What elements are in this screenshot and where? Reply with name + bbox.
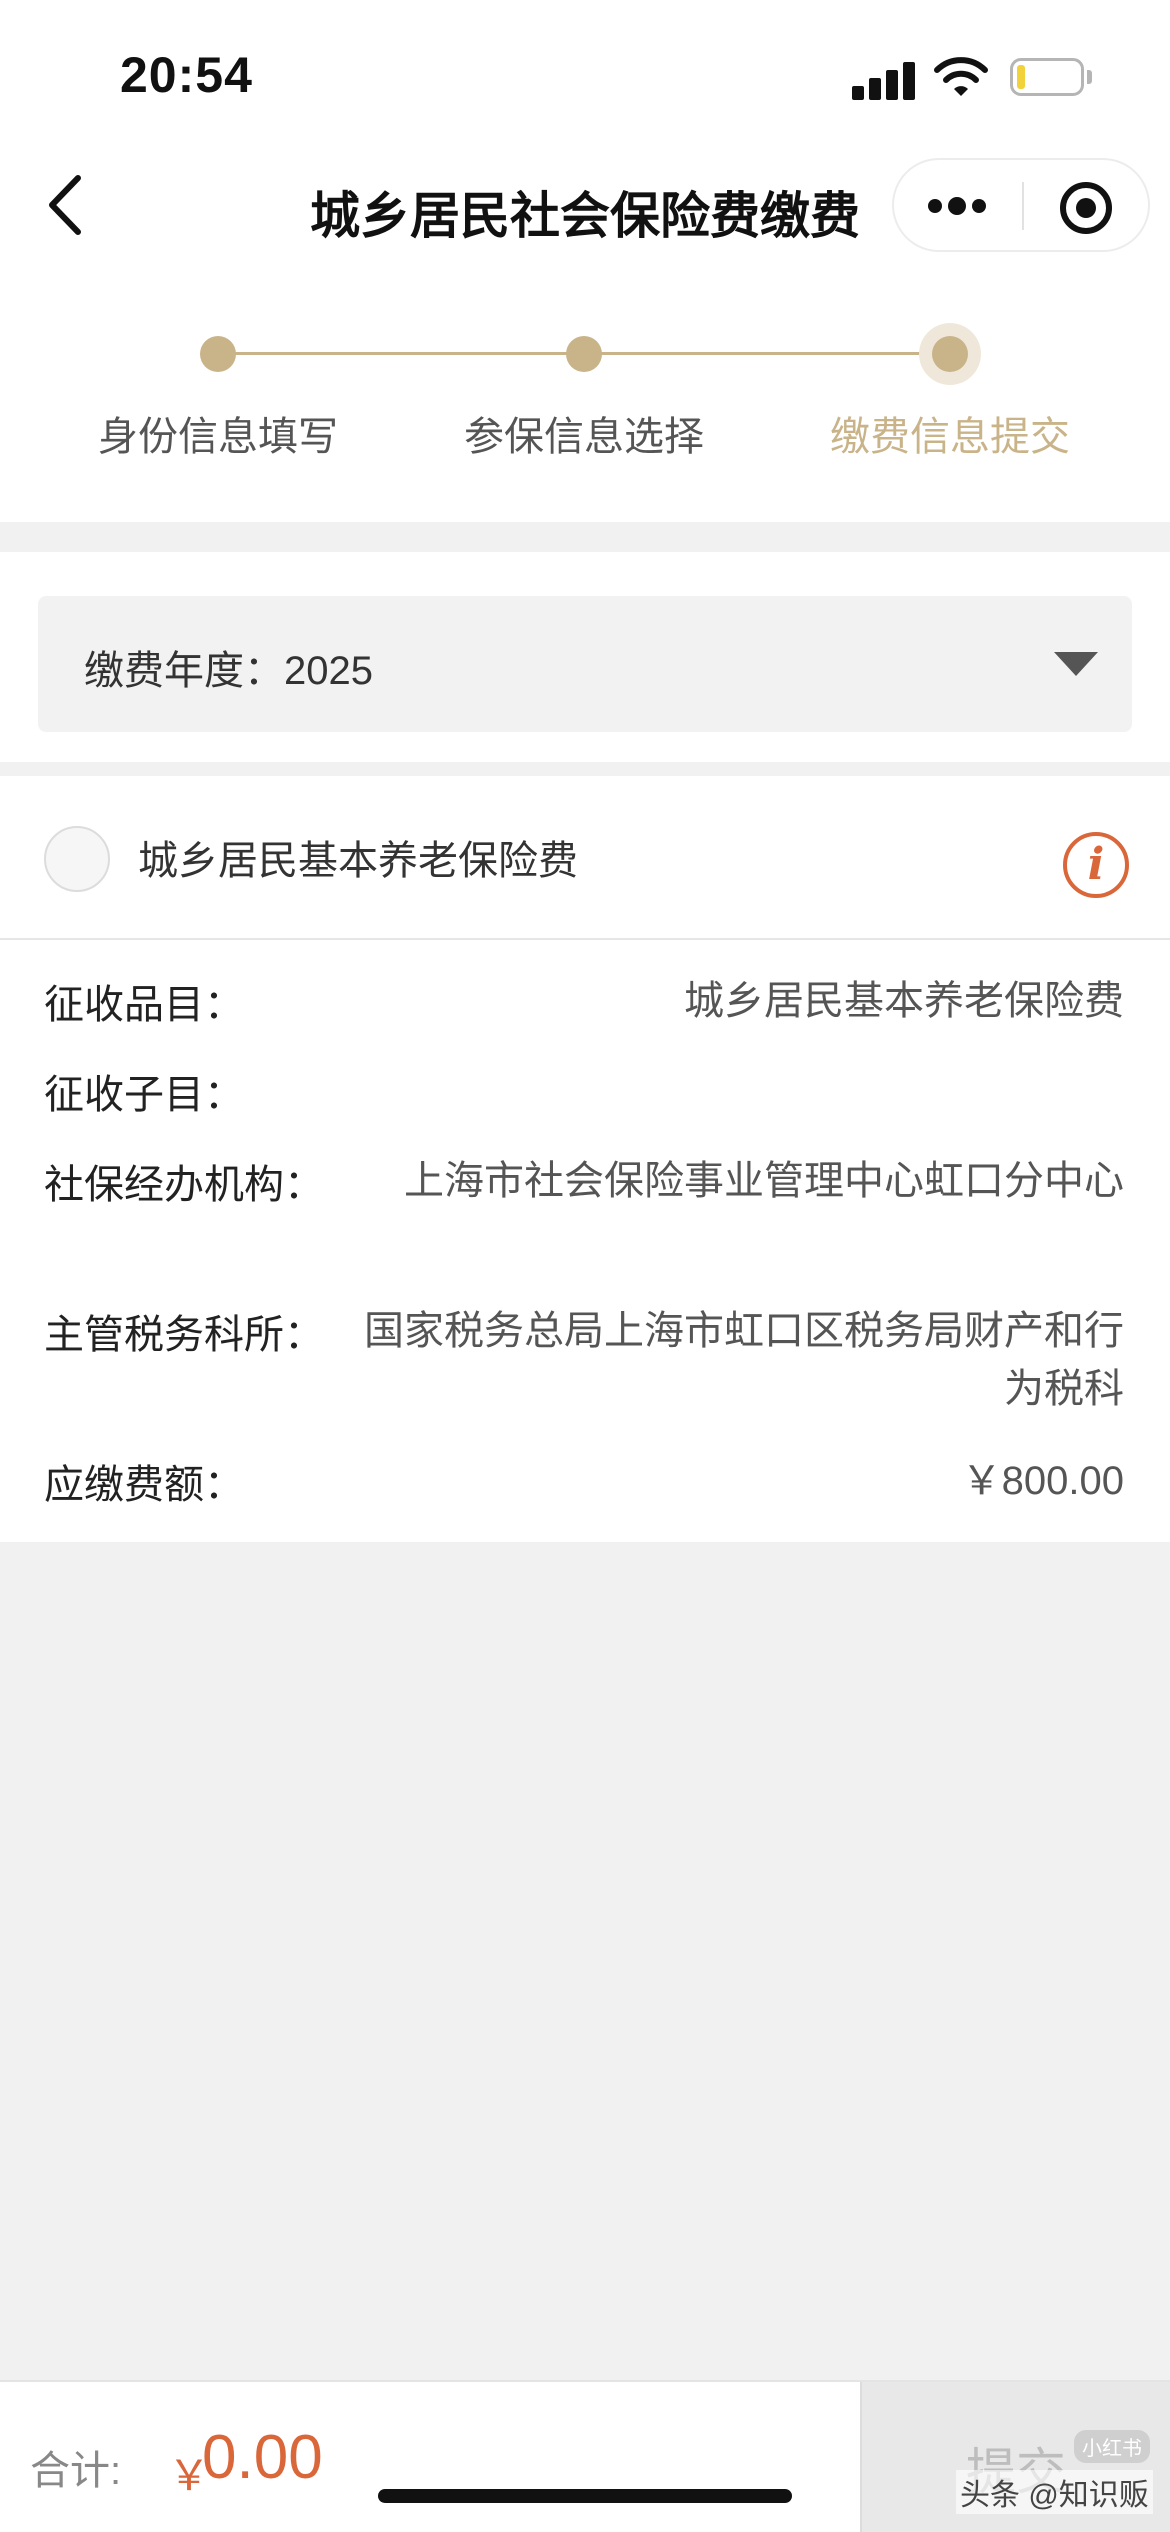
amount-due-value: ￥800.00 bbox=[961, 1459, 1124, 1503]
status-time: 20:54 bbox=[120, 47, 253, 103]
payment-item-header: 城乡居民基本养老保险费 i bbox=[0, 776, 1170, 940]
total-label: 合计: bbox=[30, 2449, 122, 2493]
detail-label: 主管税务科所： bbox=[44, 1313, 324, 1357]
dropdown-arrow-icon bbox=[1054, 652, 1098, 676]
year-select[interactable]: 缴费年度：2025 bbox=[38, 596, 1132, 732]
detail-value: 国家税务总局上海市虹口区税务局财产和行为税科 bbox=[364, 1309, 1124, 1411]
detail-label: 征收子目： bbox=[44, 1073, 244, 1117]
wifi-icon bbox=[934, 57, 988, 96]
year-select-label: 缴费年度： bbox=[84, 649, 284, 693]
more-icon[interactable] bbox=[924, 186, 994, 226]
detail-label: 社保经办机构： bbox=[44, 1163, 324, 1207]
close-mini-program-icon[interactable] bbox=[1060, 182, 1112, 234]
step-connector bbox=[584, 352, 950, 355]
home-indicator[interactable] bbox=[378, 2489, 792, 2503]
year-section: 缴费年度：2025 bbox=[0, 552, 1170, 762]
item-select-radio[interactable] bbox=[44, 826, 110, 892]
payment-item-title: 城乡居民基本养老保险费 bbox=[138, 839, 578, 883]
detail-value: 城乡居民基本养老保险费 bbox=[684, 979, 1124, 1023]
capsule-divider bbox=[1022, 182, 1024, 230]
info-icon[interactable]: i bbox=[1063, 832, 1129, 898]
year-select-text: 缴费年度：2025 bbox=[84, 638, 373, 696]
battery-icon bbox=[1010, 58, 1084, 96]
watermark-text: 头条 @知识贩 bbox=[956, 2470, 1153, 2514]
page-title: 城乡居民社会保险费缴费 bbox=[310, 188, 860, 244]
mini-program-capsule bbox=[892, 158, 1150, 252]
year-select-value: 2025 bbox=[284, 649, 373, 693]
total-value: 0.00 bbox=[202, 2423, 323, 2492]
battery-tip bbox=[1087, 70, 1092, 84]
step-dot bbox=[566, 336, 602, 372]
detail-label: 征收品目： bbox=[44, 983, 244, 1027]
step-dot-active bbox=[932, 336, 968, 372]
watermark-badge: 小红书 bbox=[1074, 2430, 1150, 2463]
step-label-insurance: 参保信息选择 bbox=[464, 415, 704, 459]
signal-icon bbox=[852, 58, 916, 100]
step-dot bbox=[200, 336, 236, 372]
step-label-identity: 身份信息填写 bbox=[98, 415, 338, 459]
detail-value: 上海市社会保险事业管理中心虹口分中心 bbox=[404, 1159, 1124, 1203]
payment-item-card: 城乡居民基本养老保险费 i 征收品目： 城乡居民基本养老保险费 征收子目： 社保… bbox=[0, 776, 1170, 1542]
back-icon[interactable] bbox=[40, 170, 90, 240]
step-connector bbox=[218, 352, 584, 355]
detail-label: 应缴费额： bbox=[44, 1463, 244, 1507]
step-label-payment: 缴费信息提交 bbox=[830, 415, 1070, 459]
